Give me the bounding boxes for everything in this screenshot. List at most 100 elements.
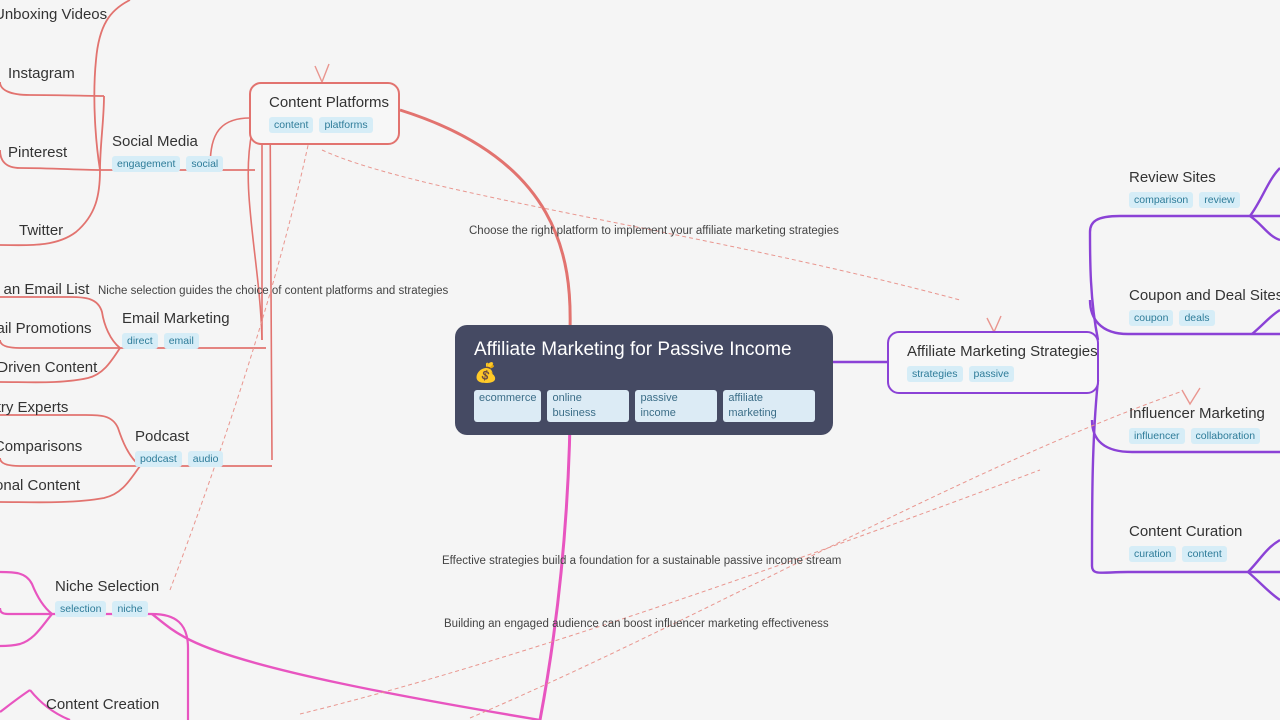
- node-niche-selection[interactable]: Niche Selection selection niche: [55, 577, 159, 617]
- node-social-media[interactable]: Social Media engagement social: [112, 132, 224, 172]
- leaf-email-promotions-label: Email Promotions: [0, 320, 92, 337]
- node-affiliate-marketing-strategies-title: Affiliate Marketing Strategies: [907, 343, 1098, 360]
- tag-review: review: [1199, 192, 1240, 208]
- node-email-marketing-title: Email Marketing: [122, 310, 230, 327]
- node-content-curation-title: Content Curation: [1129, 523, 1243, 540]
- leaf-pinterest[interactable]: Pinterest: [8, 143, 67, 163]
- leaf-build-an-email-list-label: Build an Email List: [0, 281, 90, 298]
- node-review-sites-title: Review Sites: [1129, 169, 1216, 186]
- node-email-marketing[interactable]: Email Marketing direct email: [122, 309, 230, 349]
- tag-influencer: influencer: [1129, 428, 1185, 444]
- leaf-educational-content-label: Educational Content: [0, 477, 81, 494]
- edge-niche-leaf-b: [0, 607, 53, 616]
- tag-coupon: coupon: [1129, 310, 1174, 326]
- tag-platforms: platforms: [319, 117, 373, 133]
- edge-socialmedia-instagram: [0, 81, 105, 97]
- edge-podcast-comparisons: [0, 457, 140, 467]
- node-niche-selection-tags: selection niche: [55, 601, 159, 617]
- tag-podcast: podcast: [135, 451, 182, 467]
- node-content-platforms[interactable]: Content Platforms content platforms: [249, 82, 400, 145]
- node-content-platforms-tags: content platforms: [269, 117, 384, 133]
- tag-ecommerce: ecommerce: [474, 390, 542, 422]
- annotation-platform-label: Choose the right platform to implement y…: [469, 225, 839, 237]
- node-podcast-title: Podcast: [135, 428, 190, 445]
- root-node-tags: ecommerce online business passive income…: [474, 390, 815, 422]
- leaf-value-driven-content-label: Value-Driven Content: [0, 359, 98, 376]
- annotation-arrowhead-niche: [314, 63, 330, 84]
- node-coupon-and-deal-sites[interactable]: Coupon and Deal Sites coupon deals: [1129, 286, 1280, 326]
- tag-curation: curation: [1129, 546, 1177, 562]
- edge-niche-leaf-c: [0, 613, 53, 648]
- tag-content: content: [269, 117, 314, 133]
- annotation-niche-label: Niche selection guides the choice of con…: [98, 285, 449, 297]
- annotation-edge-strategies: [299, 469, 1041, 715]
- root-node[interactable]: Affiliate Marketing for Passive Income 💰…: [455, 325, 833, 435]
- leaf-build-an-email-list[interactable]: Build an Email List: [0, 280, 89, 300]
- annotation-arrowhead-platform: [986, 315, 1002, 334]
- tag-affiliate-marketing: affiliate marketing: [723, 390, 815, 422]
- node-review-sites-tags: comparison review: [1129, 192, 1240, 208]
- tag-niche: niche: [112, 601, 148, 617]
- leaf-email-promotions[interactable]: Email Promotions: [0, 319, 92, 339]
- mindmap-canvas[interactable]: Affiliate Marketing for Passive Income 💰…: [0, 0, 1280, 720]
- node-review-sites[interactable]: Review Sites comparison review: [1129, 168, 1240, 208]
- edge-curation-leaf-a: [1247, 538, 1280, 573]
- node-content-creation-title: Content Creation: [46, 696, 160, 713]
- node-podcast[interactable]: Podcast podcast audio: [135, 427, 224, 467]
- leaf-industry-experts-label: Industry Experts: [0, 399, 69, 416]
- annotation-strategies-label: Effective strategies build a foundation …: [442, 555, 842, 567]
- root-node-title: Affiliate Marketing for Passive Income 💰: [474, 339, 792, 384]
- tag-passive-income: passive income: [635, 390, 718, 422]
- node-podcast-tags: podcast audio: [135, 451, 224, 467]
- edge-strategies-down: [1090, 379, 1100, 567]
- node-influencer-marketing[interactable]: Influencer Marketing influencer collabor…: [1129, 404, 1265, 444]
- tag-passive: passive: [968, 366, 1015, 382]
- node-influencer-marketing-title: Influencer Marketing: [1129, 405, 1265, 422]
- tag-comparison: comparison: [1129, 192, 1194, 208]
- leaf-industry-experts[interactable]: Industry Experts: [0, 398, 68, 418]
- node-influencer-marketing-tags: influencer collaboration: [1129, 428, 1265, 444]
- leaf-twitter-label: Twitter: [19, 222, 64, 239]
- leaf-product-comparisons-label: Product Comparisons: [0, 438, 83, 455]
- node-affiliate-marketing-strategies[interactable]: Affiliate Marketing Strategies strategie…: [887, 331, 1099, 394]
- leaf-instagram-label: Instagram: [8, 65, 75, 82]
- leaf-product-comparisons[interactable]: Product Comparisons: [0, 437, 82, 457]
- leaf-unboxing-videos[interactable]: Unboxing Videos: [0, 5, 107, 25]
- tag-audio: audio: [187, 451, 224, 467]
- edge-reviewsites-spine: [1088, 214, 1280, 233]
- annotation-arrowhead-audience: [1181, 387, 1201, 406]
- tag-strategies: strategies: [907, 366, 963, 382]
- leaf-twitter[interactable]: Twitter: [19, 221, 63, 241]
- node-coupon-and-deal-sites-title: Coupon and Deal Sites: [1129, 287, 1280, 304]
- node-affiliate-marketing-strategies-tags: strategies passive: [907, 366, 1083, 382]
- tag-deals: deals: [1179, 310, 1215, 326]
- edge-instagram-join: [99, 95, 105, 171]
- node-coupon-and-deal-sites-tags: coupon deals: [1129, 310, 1280, 326]
- tag-selection: selection: [55, 601, 107, 617]
- node-social-media-title: Social Media: [112, 133, 198, 150]
- node-content-platforms-title: Content Platforms: [269, 94, 390, 111]
- edge-reviewsites-leaf-b: [1249, 215, 1280, 242]
- tag-online-business: online business: [547, 390, 630, 422]
- tag-engagement: engagement: [112, 156, 181, 172]
- leaf-pinterest-label: Pinterest: [8, 144, 68, 161]
- edge-reviewsites-leaf-a: [1249, 167, 1280, 217]
- node-content-curation-tags: curation content: [1129, 546, 1242, 562]
- tag-social: social: [186, 156, 224, 172]
- edge-strategies-up: [1088, 231, 1100, 341]
- edge-contentcreation-leaf: [0, 689, 31, 713]
- leaf-instagram[interactable]: Instagram: [8, 64, 75, 84]
- node-niche-selection-title: Niche Selection: [55, 578, 160, 595]
- tag-direct: direct: [122, 333, 158, 349]
- node-email-marketing-tags: direct email: [122, 333, 230, 349]
- tag-email: email: [163, 333, 199, 349]
- edge-email-promotions: [0, 339, 120, 349]
- leaf-educational-content[interactable]: Educational Content: [0, 476, 80, 496]
- leaf-unboxing-videos-label: Unboxing Videos: [0, 6, 108, 23]
- edge-red-trunk-b: [269, 94, 273, 461]
- edge-curation-spine: [1090, 565, 1280, 574]
- node-content-curation[interactable]: Content Curation curation content: [1129, 522, 1242, 562]
- node-content-creation[interactable]: Content Creation: [46, 695, 159, 715]
- tag-content-curation: content: [1182, 546, 1227, 562]
- leaf-value-driven-content[interactable]: Value-Driven Content: [0, 358, 97, 378]
